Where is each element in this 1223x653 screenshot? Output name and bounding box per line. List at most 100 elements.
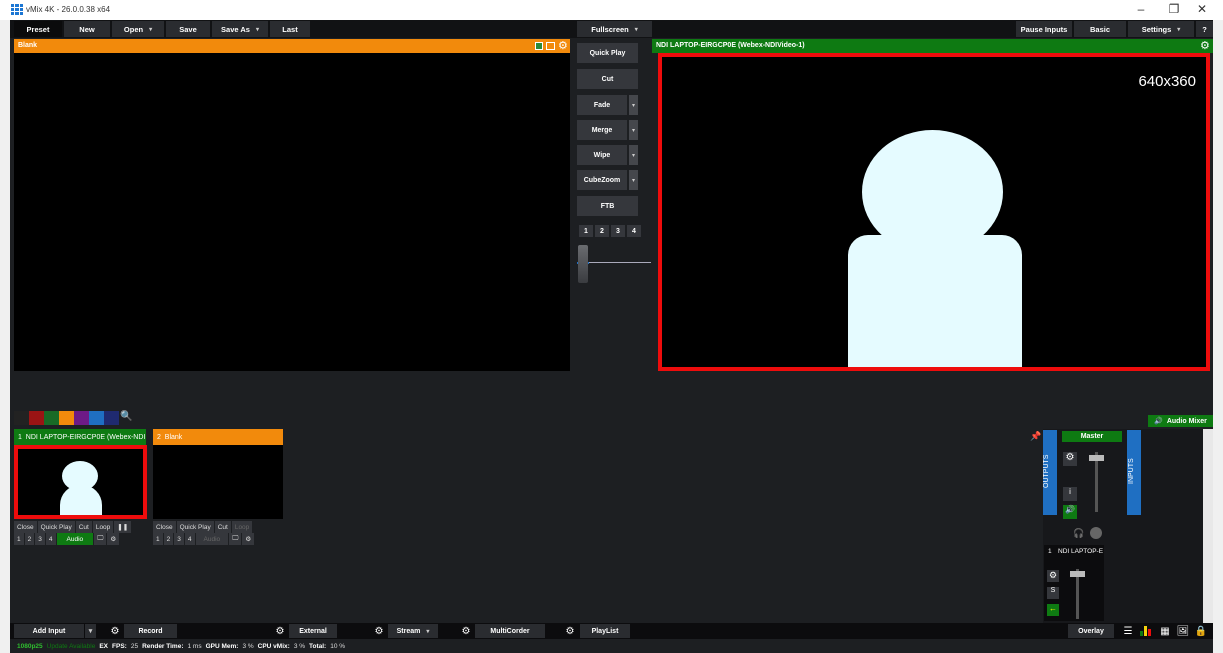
new-button[interactable]: New <box>64 21 110 37</box>
colour-filter-green[interactable] <box>44 411 59 425</box>
external-gear-icon[interactable]: ⚙ <box>272 624 288 638</box>
pause-inputs-button[interactable]: Pause Inputs <box>1016 21 1072 37</box>
input-1-cut-button[interactable]: Cut <box>75 521 92 533</box>
basic-button[interactable]: Basic <box>1074 21 1126 37</box>
external-button[interactable]: External <box>289 624 337 638</box>
preview-window-icon[interactable] <box>546 42 555 50</box>
outputs-tab[interactable]: OUTPUTS <box>1043 430 1057 515</box>
wipe-button[interactable]: Wipe <box>577 145 627 165</box>
preview-colour-icon[interactable] <box>535 42 543 50</box>
input-1-header[interactable]: 1 NDI LAPTOP-EIRGCP0E (Webex-NDI <box>14 429 146 445</box>
input-2-cut-button[interactable]: Cut <box>214 521 231 533</box>
multiview-grid-icon[interactable]: ▦ <box>1157 624 1173 638</box>
colour-filter-none[interactable] <box>14 411 29 425</box>
merge-dropdown-chevron-icon[interactable]: ▾ <box>629 120 638 140</box>
ftb-button[interactable]: FTB <box>577 196 638 216</box>
input-1-quick-play-button[interactable]: Quick Play <box>37 521 75 533</box>
status-update[interactable]: Update Available <box>47 643 96 650</box>
colour-filter-blue[interactable] <box>89 411 104 425</box>
mixer-scrollbar[interactable] <box>1203 429 1213 623</box>
settings-button[interactable]: Settings ▾ <box>1128 21 1194 37</box>
input-2-quick-play-button[interactable]: Quick Play <box>176 521 214 533</box>
channel-fader-handle[interactable] <box>1070 571 1085 577</box>
merge-button[interactable]: Merge <box>577 120 627 140</box>
monitor-icon[interactable]: 🖵 <box>229 533 242 545</box>
master-mute-speaker-icon[interactable]: 🔊 <box>1063 505 1077 519</box>
pause-icon[interactable]: ❚❚ <box>114 521 132 533</box>
input-1-overlay-3[interactable]: 3 <box>35 533 45 545</box>
record-gear-icon[interactable]: ⚙ <box>107 624 123 638</box>
master-gear-icon[interactable]: ⚙ <box>1063 452 1077 466</box>
input-1-thumbnail[interactable] <box>14 445 147 519</box>
input-1-overlay-4[interactable]: 4 <box>45 533 56 545</box>
help-button[interactable]: ? <box>1196 21 1213 37</box>
save-button[interactable]: Save <box>166 21 210 37</box>
input-2-thumbnail[interactable] <box>153 445 283 519</box>
input-1-overlay-2[interactable]: 2 <box>24 533 35 545</box>
input-1-loop-button[interactable]: Loop <box>92 521 114 533</box>
headphones-icon[interactable]: 🎧 <box>1073 528 1084 539</box>
cut-button[interactable]: Cut <box>577 69 638 89</box>
multicorder-button[interactable]: MultiCorder <box>475 624 545 638</box>
pin-icon[interactable]: 📌 <box>1030 431 1041 442</box>
inputs-tab[interactable]: INPUTS <box>1127 430 1141 515</box>
wipe-dropdown-chevron-icon[interactable]: ▾ <box>629 145 638 165</box>
channel-solo-button[interactable]: S <box>1047 587 1059 599</box>
add-input-button[interactable]: Add Input <box>14 624 84 638</box>
transition-3-button[interactable]: 3 <box>611 225 625 237</box>
search-icon[interactable]: 🔍 <box>119 411 134 425</box>
input-1-close-button[interactable]: Close <box>14 521 37 533</box>
transition-4-button[interactable]: 4 <box>627 225 641 237</box>
input-2-overlay-3[interactable]: 3 <box>174 533 184 545</box>
input-2-loop-button[interactable]: Loop <box>231 521 253 533</box>
quick-play-button[interactable]: Quick Play <box>577 43 638 63</box>
multicorder-gear-icon[interactable]: ⚙ <box>458 624 474 638</box>
channel-gear-icon[interactable]: ⚙ <box>1047 570 1059 582</box>
meter-bars-icon[interactable] <box>1140 626 1152 636</box>
channel-arrow-icon[interactable]: ← <box>1047 604 1059 616</box>
input-2-overlay-1[interactable]: 1 <box>153 533 163 545</box>
close-button[interactable]: ✕ <box>1191 2 1213 16</box>
transition-2-button[interactable]: 2 <box>595 225 609 237</box>
last-button[interactable]: Last <box>270 21 310 37</box>
colour-filter-navy[interactable] <box>104 411 119 425</box>
transition-1-button[interactable]: 1 <box>579 225 593 237</box>
minimize-button[interactable]: – <box>1130 2 1152 16</box>
input-1-audio-button[interactable]: Audio <box>56 533 94 545</box>
colour-filter-purple[interactable] <box>74 411 89 425</box>
save-as-button[interactable]: Save As ▾ <box>212 21 268 37</box>
cubezoom-dropdown-chevron-icon[interactable]: ▾ <box>629 170 638 190</box>
maximize-button[interactable]: ❐ <box>1163 2 1185 16</box>
screen-icon[interactable]: 🖼 <box>1175 624 1191 638</box>
cubezoom-button[interactable]: CubeZoom <box>577 170 627 190</box>
info-icon[interactable]: i <box>1063 487 1077 501</box>
master-fader-handle[interactable] <box>1089 455 1104 461</box>
balance-knob-icon[interactable] <box>1090 527 1102 539</box>
preset-button[interactable]: Preset <box>14 21 62 37</box>
t-bar-handle[interactable] <box>578 245 588 283</box>
input-1-overlay-1[interactable]: 1 <box>14 533 24 545</box>
list-view-icon[interactable]: ☰ <box>1120 624 1136 638</box>
fade-dropdown-chevron-icon[interactable]: ▾ <box>629 95 638 115</box>
fullscreen-button[interactable]: Fullscreen ▾ <box>577 21 652 37</box>
stream-gear-icon[interactable]: ⚙ <box>371 624 387 638</box>
input-2-header[interactable]: 2 Blank <box>153 429 283 445</box>
preview-settings-gear-icon[interactable]: ⚙ <box>558 39 568 52</box>
program-settings-gear-icon[interactable]: ⚙ <box>1200 39 1210 52</box>
playlist-button[interactable]: PlayList <box>580 624 630 638</box>
input-2-close-button[interactable]: Close <box>153 521 176 533</box>
lock-icon[interactable]: 🔒 <box>1193 624 1209 638</box>
input-2-overlay-2[interactable]: 2 <box>163 533 174 545</box>
monitor-icon[interactable]: 🖵 <box>94 533 107 545</box>
overlay-button[interactable]: Overlay <box>1068 624 1114 638</box>
add-input-dropdown-chevron-icon[interactable]: ▾ <box>85 624 96 638</box>
input-1-gear-icon[interactable]: ⚙ <box>107 533 120 545</box>
open-button[interactable]: Open ▾ <box>112 21 164 37</box>
fade-button[interactable]: Fade <box>577 95 627 115</box>
stream-button[interactable]: Stream ▾ <box>388 624 438 638</box>
playlist-gear-icon[interactable]: ⚙ <box>562 624 578 638</box>
audio-mixer-button[interactable]: 🔊 Audio Mixer <box>1148 415 1213 427</box>
input-2-gear-icon[interactable]: ⚙ <box>242 533 255 545</box>
record-button[interactable]: Record <box>124 624 177 638</box>
colour-filter-orange[interactable] <box>59 411 74 425</box>
